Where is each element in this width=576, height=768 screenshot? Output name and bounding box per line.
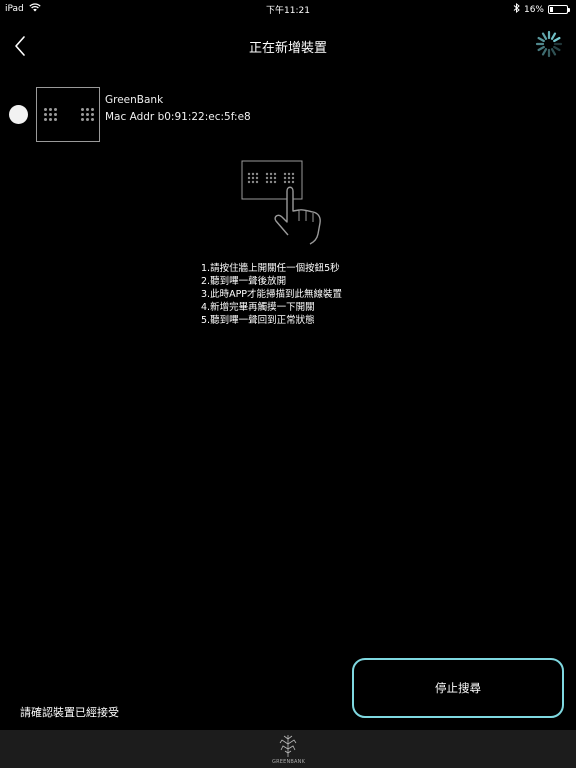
switch-device-icon xyxy=(36,87,100,142)
device-name: GreenBank xyxy=(105,94,164,106)
device-select-radio[interactable] xyxy=(9,105,28,124)
press-switch-illustration xyxy=(236,155,336,255)
instructions-list: 1.請按住牆上開關任一個按鈕5秒 2.聽到嗶一聲後放開 3.此時APP才能掃描到… xyxy=(201,262,342,327)
status-bar: iPad 下午11:21 16% xyxy=(0,0,576,18)
status-time: 下午11:21 xyxy=(266,6,310,16)
battery-icon xyxy=(548,5,570,14)
stop-search-button[interactable]: 停止搜尋 xyxy=(352,658,564,718)
greenbank-logo: GREENBANK xyxy=(272,733,306,767)
loading-spinner-icon xyxy=(535,30,563,58)
hand-press-icon xyxy=(241,160,321,245)
logo-text: GREENBANK xyxy=(272,759,306,765)
instruction-line: 2.聽到嗶一聲後放開 xyxy=(201,276,287,287)
battery-percent: 16% xyxy=(523,4,544,15)
device-mac-address: Mac Addr b0:91:22:ec:5f:e8 xyxy=(105,111,251,123)
instruction-line: 3.此時APP才能掃描到此無線裝置 xyxy=(201,289,343,300)
battery-level xyxy=(550,7,553,12)
page-title: 正在新增裝置 xyxy=(248,41,327,56)
instruction-line: 5.聽到嗶一聲回到正常狀態 xyxy=(201,315,315,326)
instruction-line: 1.請按住牆上開關任一個按鈕5秒 xyxy=(201,263,340,274)
bluetooth-icon xyxy=(513,2,520,16)
logo-icon xyxy=(279,735,297,757)
stop-search-label: 停止搜尋 xyxy=(435,681,481,695)
instruction-line: 4.新增完畢再觸摸一下開關 xyxy=(201,302,315,313)
confirm-message: 請確認裝置已經接受 xyxy=(20,706,119,719)
